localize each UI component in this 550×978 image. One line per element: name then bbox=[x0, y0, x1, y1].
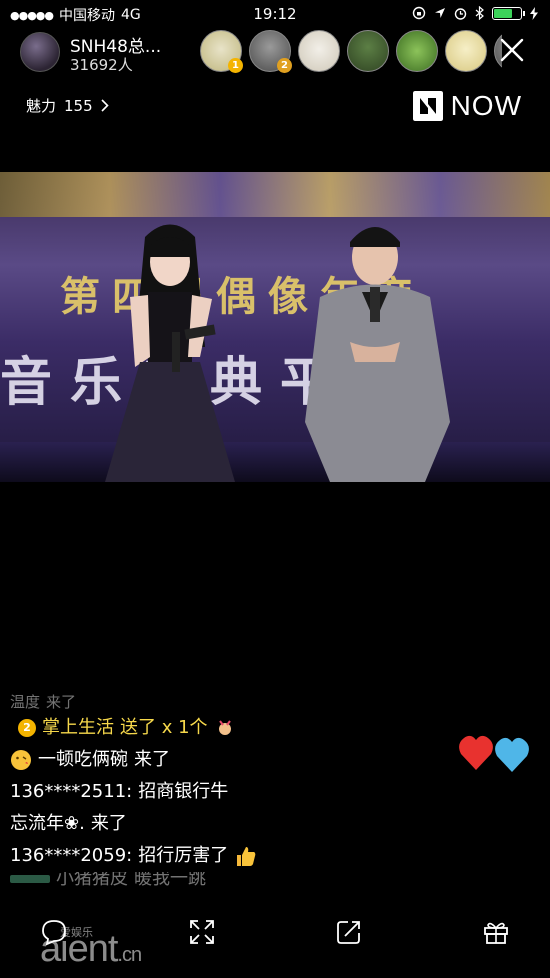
now-logo: NOW bbox=[412, 90, 522, 122]
chat-message: 忘流年❀. 来了 bbox=[10, 808, 410, 840]
host-avatar[interactable] bbox=[20, 32, 60, 72]
viewer-avatar-list: 1 2 bbox=[200, 30, 502, 73]
chat-feed: 温度 来了 2 掌上生活 送了 x 1个 一顿吃俩碗 来了 136****251… bbox=[10, 692, 410, 886]
location-icon bbox=[435, 8, 445, 18]
gift-icon[interactable] bbox=[482, 918, 510, 946]
viewer-rank-badge: 1 bbox=[228, 58, 243, 73]
charm-value: 155 bbox=[64, 96, 93, 115]
chat-text: 来了 bbox=[134, 749, 170, 770]
chat-user[interactable]: 温度 bbox=[10, 692, 40, 712]
close-icon[interactable] bbox=[498, 36, 526, 64]
chat-message: 小猪猪皮 暖我一跳 bbox=[10, 872, 410, 886]
stage-floor bbox=[0, 442, 550, 482]
viewer-avatar[interactable]: 2 bbox=[249, 30, 292, 73]
chat-message: 温度 来了 bbox=[10, 692, 410, 712]
chat-user[interactable]: 掌上生活 bbox=[42, 712, 114, 744]
user-level-bar bbox=[10, 875, 50, 883]
chevron-right-icon bbox=[101, 99, 109, 112]
chat-text: 送了 x 1个 bbox=[120, 717, 208, 738]
chat-user[interactable]: 一顿吃俩碗 bbox=[38, 744, 128, 776]
host-follower-count: 31692人 bbox=[70, 56, 133, 74]
chat-message: 2 掌上生活 送了 x 1个 bbox=[10, 712, 410, 744]
viewer-avatar[interactable] bbox=[298, 30, 340, 72]
thumbs-up-icon bbox=[237, 847, 256, 866]
stage-lights bbox=[0, 172, 550, 217]
chat-user[interactable]: 小猪猪皮 bbox=[56, 872, 128, 886]
chat-message: 136****2059: 招行厉害了 bbox=[10, 840, 410, 872]
battery-icon bbox=[492, 6, 525, 20]
charging-icon bbox=[530, 6, 538, 20]
chat-text: 招行厉害了 bbox=[138, 845, 229, 866]
host-male-figure bbox=[305, 227, 450, 482]
chat-text: 来了 bbox=[46, 693, 77, 711]
lock-rotation-icon bbox=[412, 6, 426, 20]
viewer-avatar[interactable] bbox=[347, 30, 389, 72]
floating-hearts-icon bbox=[459, 735, 529, 772]
brand-name: NOW bbox=[450, 90, 522, 121]
chat-message: 136****2511: 招商银行牛 bbox=[10, 776, 410, 808]
viewer-avatar[interactable] bbox=[396, 30, 438, 72]
chat-text: 暖我一跳 bbox=[134, 872, 206, 886]
share-icon[interactable] bbox=[335, 918, 363, 946]
fullscreen-icon[interactable] bbox=[188, 918, 216, 946]
watermark-suffix: .cn bbox=[117, 944, 142, 966]
status-bar: ●●●●● 中国移动 4G 19:12 bbox=[0, 0, 550, 28]
chat-text: 招商银行牛 bbox=[138, 781, 229, 802]
alarm-icon bbox=[454, 7, 467, 20]
user-level-badge: 2 bbox=[18, 719, 36, 737]
chat-message: 一顿吃俩碗 来了 bbox=[10, 744, 410, 776]
viewer-avatar[interactable]: 1 bbox=[200, 30, 243, 73]
chat-text: 来了 bbox=[90, 813, 127, 834]
viewer-avatar[interactable] bbox=[445, 30, 487, 72]
chat-user[interactable]: 忘流年❀. bbox=[10, 808, 85, 840]
gift-hand-icon bbox=[218, 720, 231, 735]
charm-counter[interactable]: 魅力 155 bbox=[26, 95, 109, 116]
status-right bbox=[412, 6, 538, 20]
kiss-emoji-icon bbox=[11, 750, 31, 770]
watermark-tag: 爱娱乐 bbox=[60, 926, 93, 939]
live-header: SNH48总... 31692人 1 2 bbox=[0, 30, 550, 78]
now-logo-icon bbox=[412, 91, 443, 121]
host-female-figure bbox=[105, 224, 235, 482]
charm-label: 魅力 bbox=[26, 97, 57, 115]
chat-user[interactable]: 136****2059: bbox=[10, 840, 132, 872]
chat-user[interactable]: 136****2511: bbox=[10, 776, 132, 808]
viewer-rank-badge: 2 bbox=[277, 58, 292, 73]
bluetooth-icon bbox=[475, 6, 484, 20]
live-video[interactable]: 第四届偶像年度 音乐盛典平台 bbox=[0, 172, 550, 482]
